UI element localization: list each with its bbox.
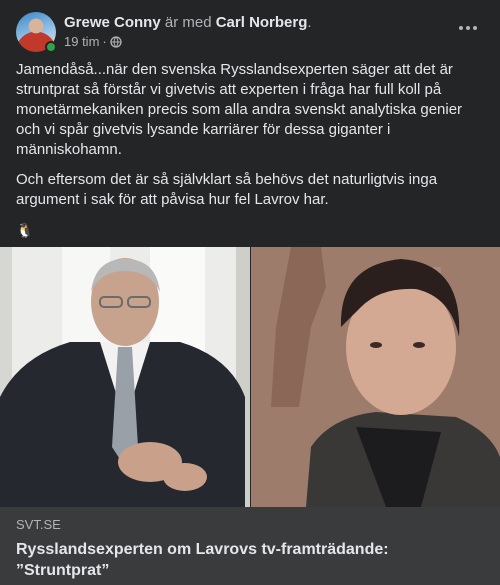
expert-photo bbox=[251, 247, 500, 507]
post-meta: Grewe Conny är med Carl Norberg. 19 tim … bbox=[64, 13, 312, 50]
more-dot bbox=[459, 26, 463, 30]
meta-separator: · bbox=[102, 34, 107, 49]
more-dot bbox=[466, 26, 470, 30]
link-preview-image[interactable] bbox=[0, 247, 500, 507]
more-options-button[interactable] bbox=[452, 16, 484, 40]
globe-icon bbox=[110, 35, 122, 48]
author-avatar[interactable] bbox=[16, 12, 57, 53]
link-title[interactable]: Rysslandsexperten om Lavrovs tv-framträd… bbox=[16, 539, 484, 581]
link-source: SVT.SE bbox=[16, 517, 61, 532]
post-time[interactable]: 19 tim bbox=[64, 33, 99, 50]
post-body: Jamendåså...när den svenska Rysslandsexp… bbox=[16, 60, 486, 240]
with-text: är med bbox=[164, 14, 212, 31]
post-paragraph-2: Och eftersom det är så självklart så beh… bbox=[16, 171, 438, 208]
penguin-emoji: 🐧 bbox=[16, 222, 34, 238]
lavrov-photo-illustration bbox=[0, 247, 250, 507]
timestamp-line: 19 tim · bbox=[64, 33, 312, 50]
author-name[interactable]: Grewe Conny bbox=[64, 14, 161, 31]
expert-photo-illustration bbox=[251, 247, 500, 507]
more-dot bbox=[473, 26, 477, 30]
tagged-name[interactable]: Carl Norberg bbox=[216, 14, 308, 31]
post-paragraph-1: Jamendåså...när den svenska Rysslandsexp… bbox=[16, 61, 463, 158]
link-caption[interactable]: SVT.SE Rysslandsexperten om Lavrovs tv-f… bbox=[0, 507, 500, 585]
online-status-dot bbox=[45, 41, 57, 53]
period: . bbox=[307, 14, 312, 31]
post-header: Grewe Conny är med Carl Norberg. 19 tim … bbox=[16, 12, 484, 53]
author-line: Grewe Conny är med Carl Norberg. bbox=[64, 13, 312, 32]
facebook-post: Grewe Conny är med Carl Norberg. 19 tim … bbox=[0, 0, 500, 585]
lavrov-photo bbox=[0, 247, 250, 507]
